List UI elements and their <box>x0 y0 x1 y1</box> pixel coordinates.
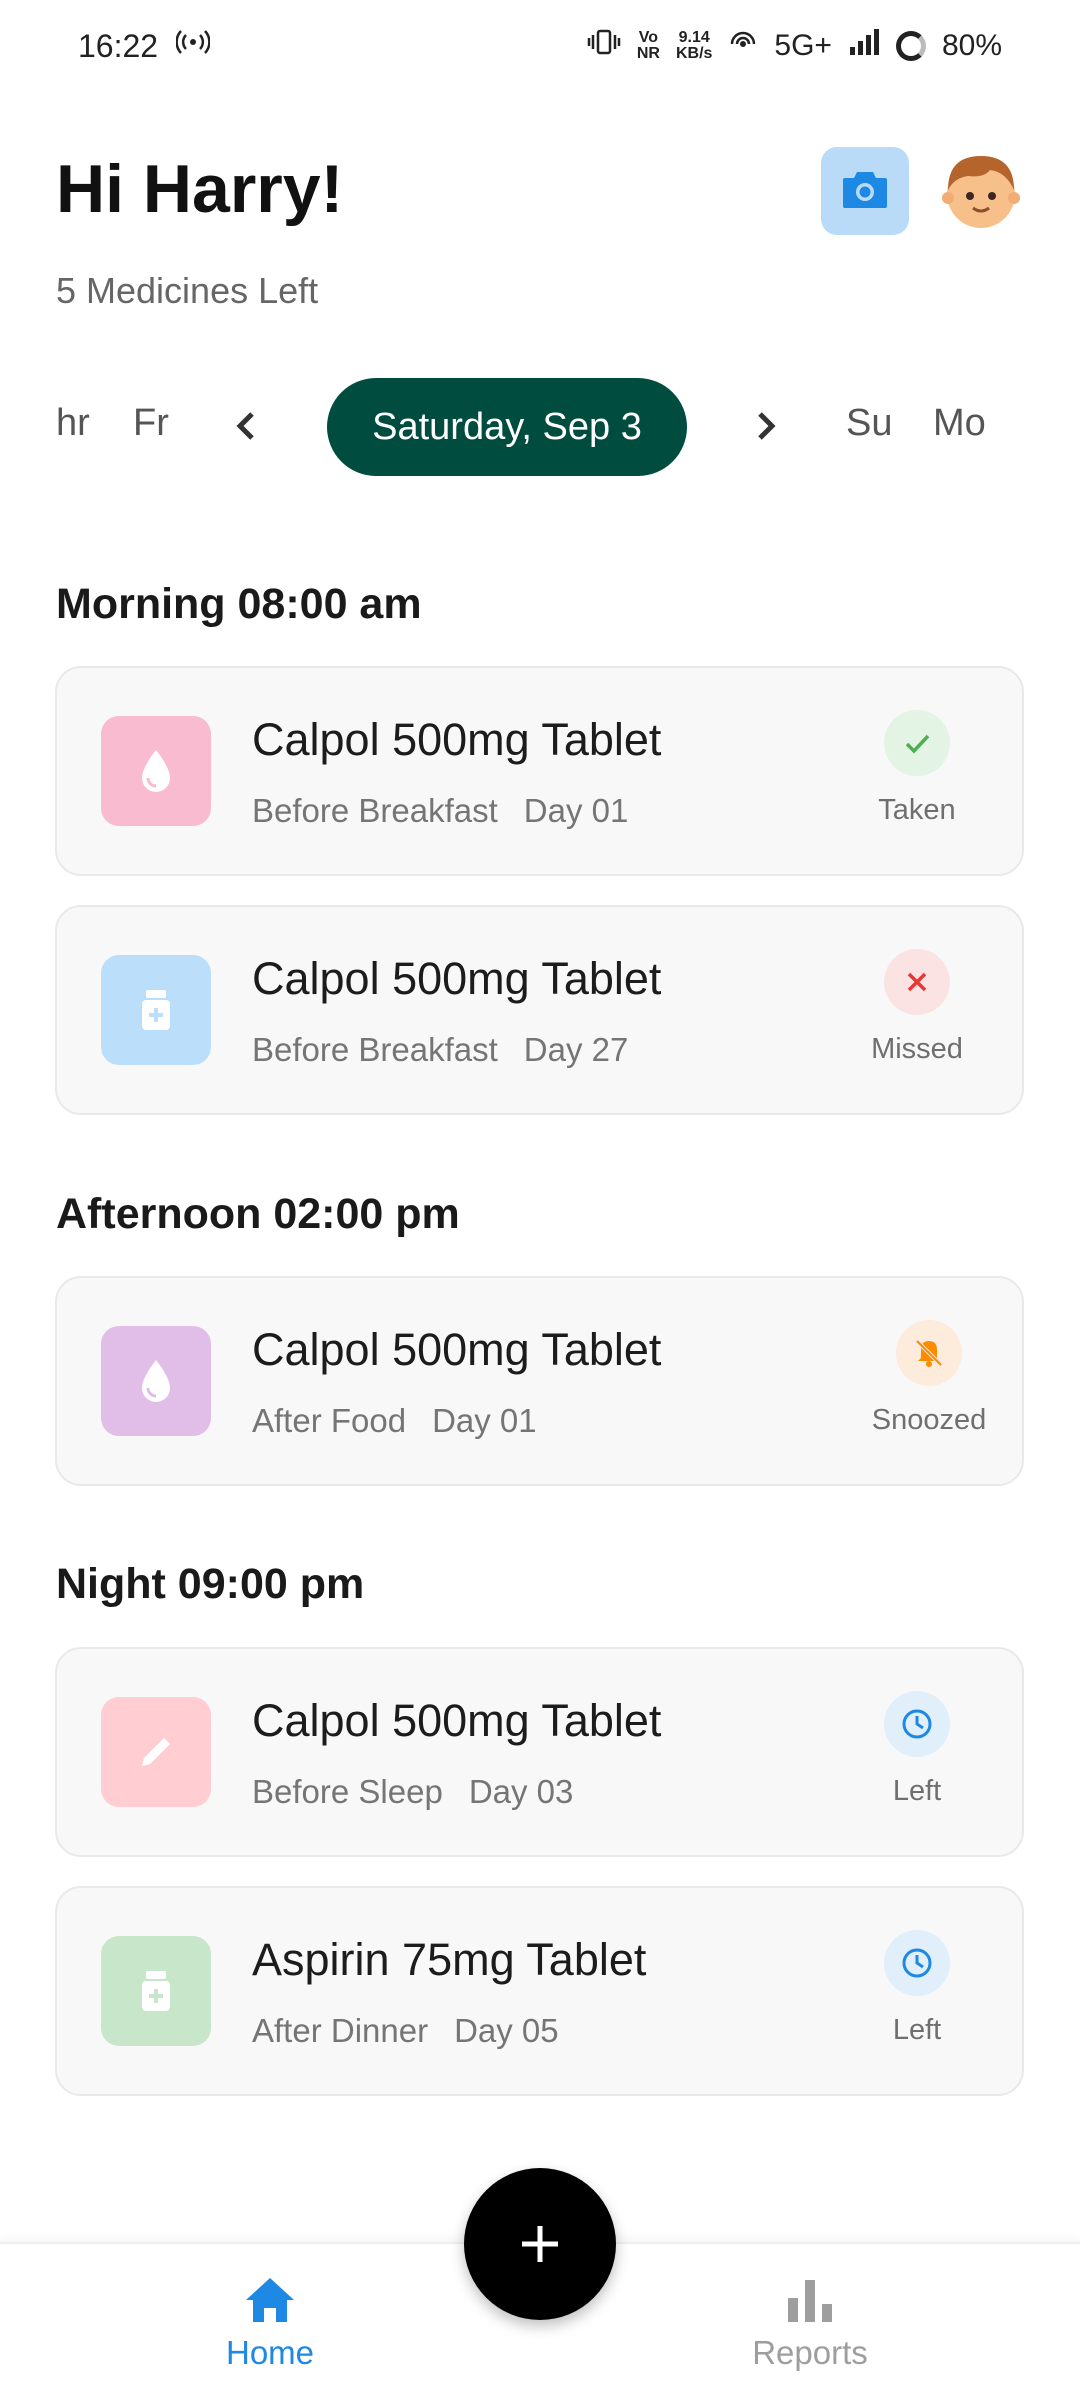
medicine-name: Calpol 500mg Tablet <box>252 714 662 765</box>
status-circle <box>896 1320 962 1386</box>
medicine-name: Calpol 500mg Tablet <box>252 953 662 1004</box>
medicine-instruction: After Dinner <box>252 2012 429 2049</box>
network-type: 5G+ <box>774 29 832 62</box>
next-day-button[interactable] <box>752 396 780 467</box>
hotspot-signal-icon <box>728 27 758 65</box>
chevron-left-icon <box>236 412 254 440</box>
signal-icon <box>848 27 880 65</box>
drop-icon <box>142 750 170 792</box>
pencil-icon <box>142 1738 170 1766</box>
medicine-instruction: After Food <box>252 1402 407 1439</box>
status-label: Snoozed <box>871 1404 987 1436</box>
status-right: Vo NR 9.14 KB/s 5G+ 80% <box>587 27 1002 65</box>
status-bar: 16:22 Vo NR 9.14 KB/s 5G+ 80% <box>0 0 1080 92</box>
greeting-title: Hi Harry! <box>56 151 344 227</box>
bar-chart-icon <box>788 2280 832 2322</box>
medicine-meta: Before Sleep Day 03 <box>252 1773 573 1811</box>
medicine-day: Day 01 <box>523 792 629 829</box>
home-icon <box>246 2278 294 2322</box>
medicine-type-badge <box>101 1936 211 2046</box>
medicine-card[interactable]: Calpol 500mg Tablet Before Breakfast Day … <box>55 905 1024 1115</box>
medicine-type-badge <box>101 1697 211 1807</box>
medicine-type-badge <box>101 716 211 826</box>
add-medicine-button[interactable] <box>464 2168 616 2320</box>
status-time: 16:22 <box>78 27 159 64</box>
camera-button[interactable] <box>821 147 909 235</box>
status-label: Left <box>892 1775 942 1807</box>
medicine-type-badge <box>101 955 211 1065</box>
battery-level: 80% <box>941 29 1002 62</box>
selected-date-label: Saturday, Sep 3 <box>372 405 642 448</box>
day-friday[interactable]: Fr <box>133 402 169 445</box>
selected-date-pill[interactable]: Saturday, Sep 3 <box>327 378 687 476</box>
medicine-card[interactable]: Calpol 500mg Tablet Before Sleep Day 03 L… <box>55 1647 1024 1857</box>
status-snoozed[interactable]: Snoozed <box>864 1320 994 1437</box>
clock-icon <box>902 1709 932 1739</box>
medicine-card[interactable]: Calpol 500mg Tablet Before Breakfast Day … <box>55 666 1024 876</box>
section-title-morning: Morning 08:00 am <box>56 580 422 628</box>
nav-reports[interactable]: Reports <box>720 2274 900 2372</box>
status-label: Left <box>892 2014 942 2046</box>
nav-reports-label: Reports <box>752 2334 868 2371</box>
status-circle <box>884 710 950 776</box>
net-speed: 9.14 KB/s <box>676 30 712 62</box>
battery-icon <box>895 31 926 61</box>
cross-icon <box>907 972 927 992</box>
clock-icon <box>902 1948 932 1978</box>
medicine-day: Day 03 <box>468 1773 574 1810</box>
status-left[interactable]: Left <box>852 1691 982 1808</box>
volte-indicator: Vo NR <box>637 30 660 62</box>
medicine-type-badge <box>101 1326 211 1436</box>
section-title-night: Night 09:00 pm <box>56 1560 365 1608</box>
day-sunday[interactable]: Su <box>846 402 892 445</box>
medicine-name: Aspirin 75mg Tablet <box>252 1934 647 1985</box>
medicine-meta: After Dinner Day 05 <box>252 2012 559 2050</box>
medicine-meta: After Food Day 01 <box>252 1402 537 1440</box>
vibrate-icon <box>587 27 621 65</box>
status-label: Missed <box>871 1033 963 1065</box>
volte-top: Vo <box>638 29 659 46</box>
status-missed[interactable]: Missed <box>852 949 982 1066</box>
volte-bottom: NR <box>636 45 660 62</box>
hotspot-icon <box>175 27 211 65</box>
medicine-instruction: Before Sleep <box>252 1773 443 1810</box>
medicines-left-subtitle: 5 Medicines Left <box>56 270 319 311</box>
medicine-day: Day 01 <box>432 1402 537 1439</box>
avatar[interactable] <box>940 150 1022 232</box>
medicine-instruction: Before Breakfast <box>252 1031 498 1068</box>
medicine-card[interactable]: Aspirin 75mg Tablet After Dinner Day 05 L… <box>55 1886 1024 2096</box>
bell-off-icon <box>915 1339 943 1367</box>
pill-bottle-icon <box>142 1971 170 2011</box>
status-circle <box>884 1930 950 1996</box>
prev-day-button[interactable] <box>232 396 260 467</box>
drop-icon <box>142 1360 170 1402</box>
medicine-name: Calpol 500mg Tablet <box>252 1324 662 1375</box>
medicine-name: Calpol 500mg Tablet <box>252 1695 662 1746</box>
plus-icon <box>522 2226 558 2262</box>
chevron-right-icon <box>758 412 776 440</box>
status-left[interactable]: Left <box>852 1930 982 2047</box>
nav-home-label: Home <box>225 2334 315 2371</box>
camera-icon <box>841 168 889 215</box>
section-title-afternoon: Afternoon 02:00 pm <box>56 1190 460 1238</box>
status-taken[interactable]: Taken <box>852 710 982 827</box>
net-speed-unit: KB/s <box>675 45 713 62</box>
pill-bottle-icon <box>142 990 170 1030</box>
date-strip: hr Fr Saturday, Sep 3 Su Mo <box>0 378 1080 478</box>
status-label: Taken <box>878 794 956 826</box>
check-icon <box>905 734 930 754</box>
day-monday[interactable]: Mo <box>933 402 986 445</box>
status-circle <box>884 949 950 1015</box>
status-circle <box>884 1691 950 1757</box>
status-left: 16:22 <box>78 27 211 65</box>
net-speed-value: 9.14 <box>678 29 710 46</box>
medicine-meta: Before Breakfast Day 27 <box>252 1031 628 1069</box>
medicine-day: Day 05 <box>454 2012 559 2049</box>
medicine-card[interactable]: Calpol 500mg Tablet After Food Day 01 Sno… <box>55 1276 1024 1486</box>
medicine-instruction: Before Breakfast <box>252 792 498 829</box>
day-thursday[interactable]: hr <box>56 402 90 445</box>
nav-home[interactable]: Home <box>180 2274 360 2372</box>
medicine-day: Day 27 <box>523 1031 629 1068</box>
medicine-meta: Before Breakfast Day 01 <box>252 792 628 830</box>
